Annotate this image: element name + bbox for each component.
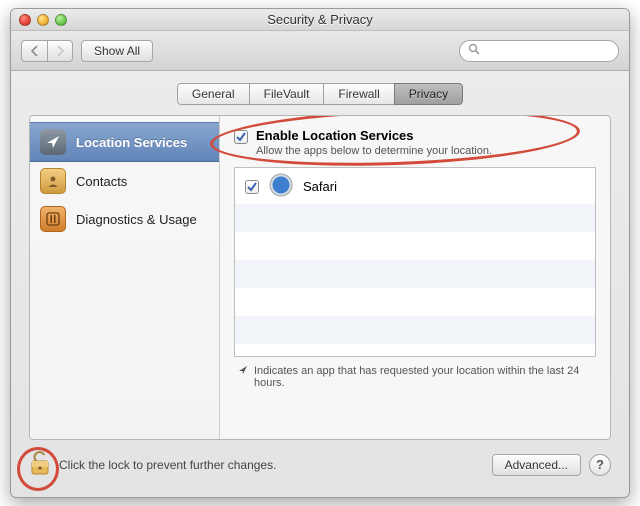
- back-button[interactable]: [21, 40, 47, 62]
- preferences-window: Security & Privacy Show All General File…: [10, 8, 630, 498]
- tab-general[interactable]: General: [177, 83, 249, 105]
- lock-icon[interactable]: [29, 450, 51, 479]
- search-input[interactable]: [459, 40, 619, 62]
- tab-filevault[interactable]: FileVault: [249, 83, 324, 105]
- window-title: Security & Privacy: [11, 12, 629, 27]
- location-services-pane: Enable Location Services Allow the apps …: [220, 116, 610, 439]
- app-label: Safari: [303, 179, 337, 194]
- sidebar-item-label: Diagnostics & Usage: [76, 212, 197, 227]
- app-row-safari[interactable]: Safari: [235, 168, 595, 204]
- sidebar-item-contacts[interactable]: Contacts: [30, 162, 219, 200]
- location-arrow-small-icon: [238, 365, 248, 378]
- search-icon: [468, 43, 480, 58]
- tab-bar: General FileVault Firewall Privacy: [177, 83, 463, 105]
- sidebar-item-label: Location Services: [76, 135, 187, 150]
- help-button[interactable]: ?: [589, 454, 611, 476]
- advanced-label: Advanced...: [505, 458, 568, 472]
- location-apps-list: Safari: [234, 167, 596, 357]
- location-indicator-note: Indicates an app that has requested your…: [234, 365, 596, 389]
- sidebar-item-location-services[interactable]: Location Services: [30, 122, 219, 162]
- titlebar: Security & Privacy: [11, 9, 629, 31]
- lock-text: Click the lock to prevent further change…: [59, 458, 276, 472]
- forward-button[interactable]: [47, 40, 73, 62]
- tab-privacy[interactable]: Privacy: [394, 83, 463, 105]
- contacts-icon: [40, 168, 66, 194]
- window-body: General FileVault Firewall Privacy Locat…: [11, 71, 629, 497]
- diagnostics-icon: [40, 206, 66, 232]
- show-all-label: Show All: [94, 44, 140, 58]
- toolbar: Show All: [11, 31, 629, 71]
- enable-location-subtitle: Allow the apps below to determine your l…: [256, 145, 492, 157]
- enable-location-label: Enable Location Services: [256, 128, 492, 143]
- safari-icon: [269, 173, 293, 200]
- footer: Click the lock to prevent further change…: [29, 450, 611, 479]
- sidebar-item-label: Contacts: [76, 174, 127, 189]
- sidebar-item-diagnostics[interactable]: Diagnostics & Usage: [30, 200, 219, 238]
- privacy-sidebar: Location Services Contacts Diagnostics &…: [30, 116, 220, 439]
- tab-firewall[interactable]: Firewall: [323, 83, 393, 105]
- app-checkbox-safari[interactable]: [245, 180, 259, 194]
- show-all-button[interactable]: Show All: [81, 40, 153, 62]
- location-arrow-icon: [40, 129, 66, 155]
- advanced-button[interactable]: Advanced...: [492, 454, 581, 476]
- enable-location-checkbox[interactable]: [234, 130, 248, 144]
- content-frame: Location Services Contacts Diagnostics &…: [29, 115, 611, 440]
